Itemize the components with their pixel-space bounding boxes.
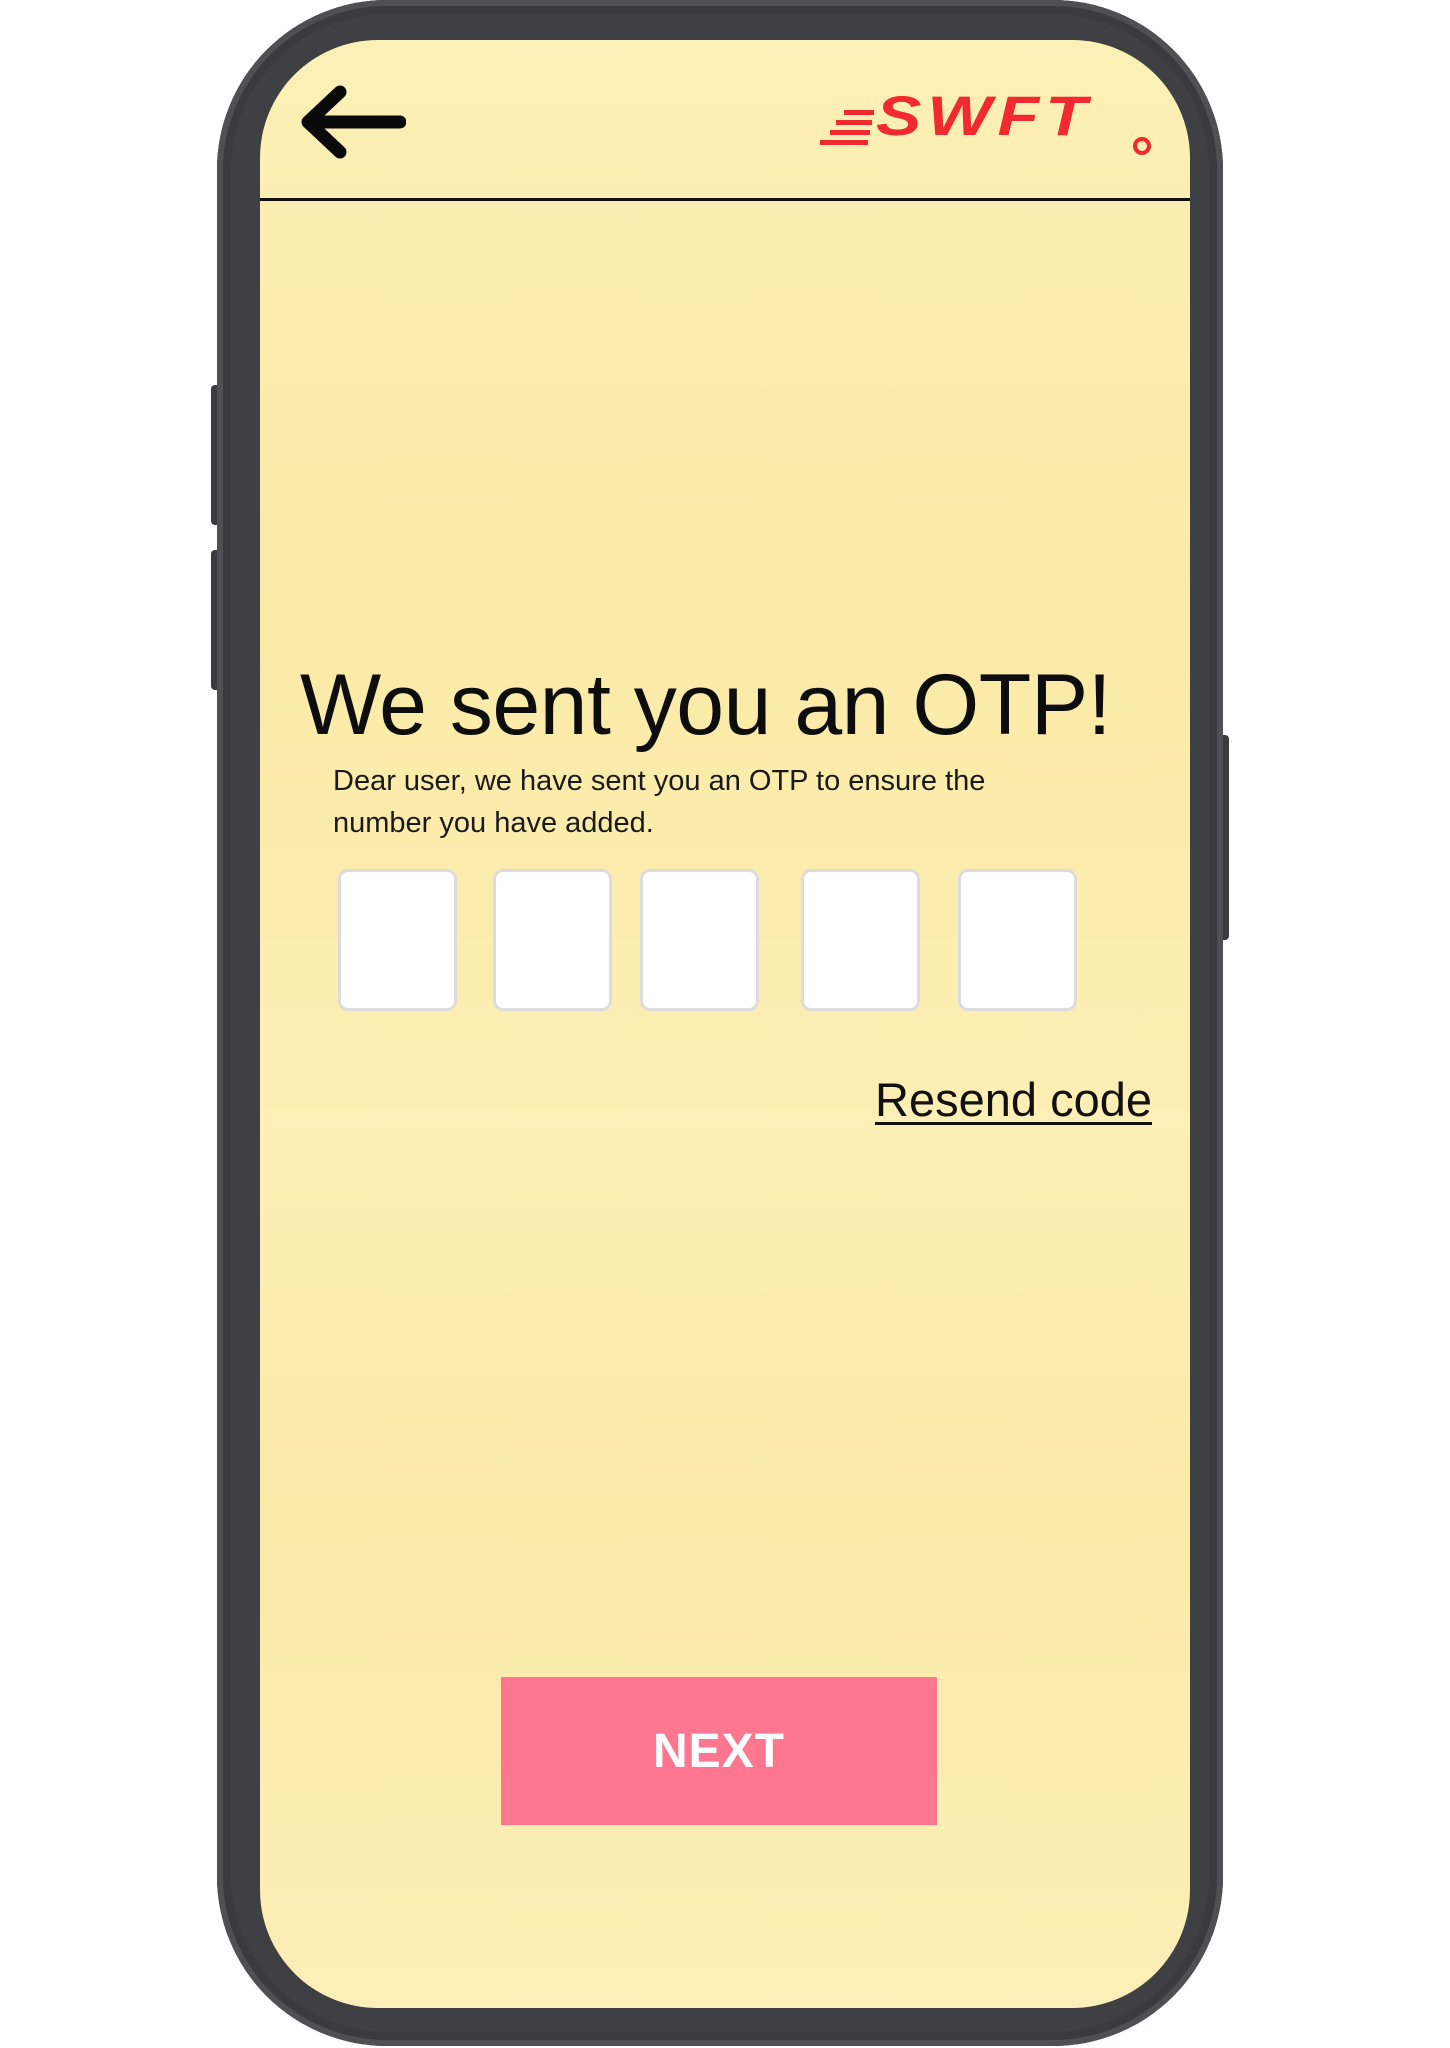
next-button[interactable]: NEXT	[501, 1677, 937, 1825]
app-header: SWFT	[260, 40, 1190, 201]
otp-digit-4[interactable]	[801, 869, 920, 1011]
otp-description: Dear user, we have sent you an OTP to en…	[333, 765, 986, 839]
swft-logo: SWFT	[820, 85, 1155, 156]
otp-digit-5[interactable]	[958, 869, 1077, 1011]
arrow-left-icon[interactable]	[296, 84, 407, 160]
otp-digit-1[interactable]	[338, 869, 457, 1011]
page-title: We sent you an OTP!	[300, 657, 1112, 753]
phone-screen: SWFT We sent you an OTP! Dear user, we h…	[260, 40, 1190, 2008]
page: SWFT We sent you an OTP! Dear user, we h…	[0, 0, 1450, 2048]
logo-text: SWFT	[876, 84, 1093, 148]
otp-digit-3[interactable]	[640, 869, 759, 1011]
resend-code-link[interactable]: Resend code	[875, 1072, 1152, 1127]
otp-digit-2[interactable]	[493, 869, 612, 1011]
